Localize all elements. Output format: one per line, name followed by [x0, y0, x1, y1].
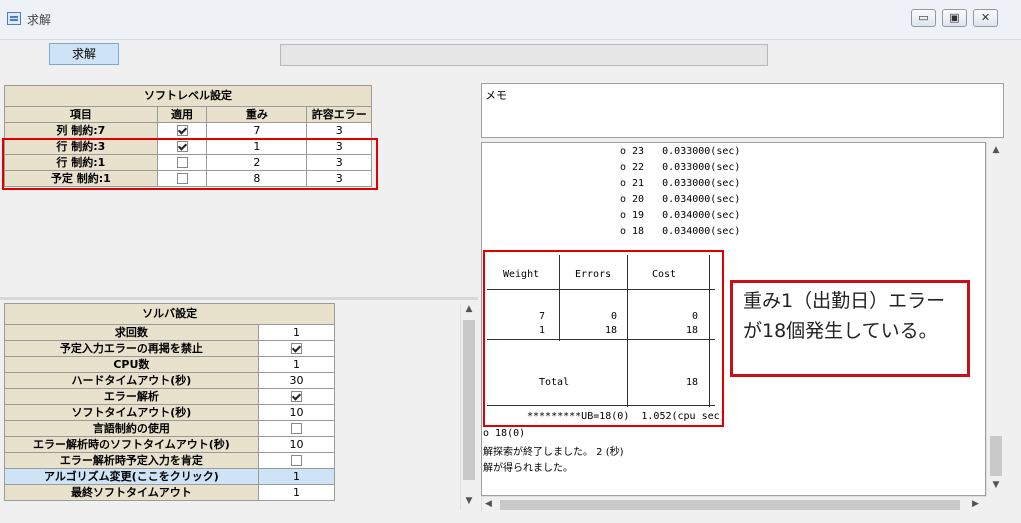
- setting-name: ハードタイムアウト(秒): [4, 372, 259, 389]
- apply-checkbox-cell[interactable]: [156, 122, 208, 139]
- setting-checkbox-cell[interactable]: [257, 452, 336, 469]
- close-button[interactable]: ✕: [973, 9, 998, 27]
- soft-level-row[interactable]: 列 制約:7 7 3: [4, 122, 372, 139]
- setting-checkbox-cell[interactable]: [257, 388, 336, 405]
- setting-name: 予定入力エラーの再掲を禁止: [4, 340, 259, 357]
- col-header-item: 項目: [4, 106, 158, 123]
- scroll-left-icon[interactable]: ◀: [485, 499, 492, 509]
- setting-name: 言語制約の使用: [4, 420, 259, 437]
- setting-checkbox[interactable]: [290, 343, 302, 354]
- setting-name: エラー解析: [4, 388, 259, 405]
- setting-name: CPU数: [4, 356, 259, 373]
- scroll-right-icon[interactable]: ▶: [972, 499, 979, 509]
- setting-name: 最終ソフトタイムアウト: [4, 484, 259, 501]
- solver-setting-row[interactable]: ハードタイムアウト(秒) 30: [4, 372, 458, 389]
- solver-panel: ソルバ設定 求回数 1 予定入力エラーの再掲を禁止 CPU数 1 ハードタイムアウト(秒)…: [0, 300, 478, 515]
- setting-checkbox[interactable]: [290, 391, 302, 402]
- setting-value[interactable]: 1: [257, 356, 336, 373]
- setting-value[interactable]: 10: [257, 436, 336, 453]
- memo-label: メモ: [485, 89, 507, 102]
- title-bar: [0, 0, 1021, 40]
- allowed-error-cell[interactable]: 3: [306, 122, 372, 139]
- setting-value[interactable]: 10: [257, 404, 336, 421]
- log-tail-line: 解探索が終了しました。 2 (秒): [483, 447, 624, 458]
- memo-box[interactable]: メモ: [481, 83, 1004, 138]
- log-line: o 21 0.033000(sec): [620, 178, 741, 189]
- log-line: o 23 0.033000(sec): [620, 146, 741, 157]
- highlight-box-constraints: [2, 138, 378, 190]
- progress-bar: [280, 44, 768, 66]
- setting-value[interactable]: 30: [257, 372, 336, 389]
- setting-value[interactable]: 1: [257, 468, 336, 485]
- col-header-allowed-error: 許容エラー: [306, 106, 372, 123]
- scroll-down-icon[interactable]: ▼: [461, 496, 477, 506]
- solver-setting-row[interactable]: エラー解析時のソフトタイムアウト(秒) 10: [4, 436, 458, 453]
- setting-name: エラー解析時予定入力を肯定: [4, 452, 259, 469]
- solve-button[interactable]: 求解: [49, 43, 119, 65]
- setting-checkbox[interactable]: [290, 455, 302, 466]
- setting-value[interactable]: 1: [257, 484, 336, 501]
- log-line: o 22 0.033000(sec): [620, 162, 741, 173]
- log-line: o 20 0.034000(sec): [620, 194, 741, 205]
- scroll-up-icon[interactable]: ▲: [987, 145, 1005, 155]
- log-tail-line: o 18(0): [483, 428, 526, 439]
- scroll-thumb[interactable]: [500, 500, 960, 510]
- col-header-apply: 適用: [156, 106, 208, 123]
- log-line: o 19 0.034000(sec): [620, 210, 741, 221]
- maximize-button[interactable]: ▣: [942, 9, 967, 27]
- solver-setting-row[interactable]: 言語制約の使用: [4, 420, 458, 437]
- solver-setting-row[interactable]: エラー解析: [4, 388, 458, 405]
- scroll-thumb[interactable]: [990, 436, 1002, 476]
- col-header-weight: 重み: [206, 106, 308, 123]
- solver-table: ソルバ設定 求回数 1 予定入力エラーの再掲を禁止 CPU数 1 ハードタイムアウト(秒)…: [3, 303, 458, 501]
- solver-setting-row[interactable]: アルゴリズム変更(ここをクリック) 1: [4, 468, 458, 485]
- constraint-name: 列 制約:7: [4, 122, 158, 139]
- weight-cell[interactable]: 7: [206, 122, 308, 139]
- window-title: 求解: [27, 13, 52, 27]
- setting-name: アルゴリズム変更(ここをクリック): [4, 468, 259, 485]
- solver-scrollbar[interactable]: ▲ ▼: [460, 304, 476, 510]
- log-line: o 18 0.034000(sec): [620, 226, 741, 237]
- solver-setting-row[interactable]: エラー解析時予定入力を肯定: [4, 452, 458, 469]
- setting-checkbox-cell[interactable]: [257, 340, 336, 357]
- highlight-box-result: [483, 250, 724, 427]
- solver-setting-row[interactable]: 最終ソフトタイムアウト 1: [4, 484, 458, 501]
- minimize-button[interactable]: ▭: [911, 9, 936, 27]
- app-icon: [7, 12, 21, 25]
- scroll-up-icon[interactable]: ▲: [461, 304, 477, 314]
- setting-checkbox[interactable]: [290, 423, 302, 434]
- apply-checkbox[interactable]: [176, 125, 188, 136]
- solver-title: ソルバ設定: [3, 303, 336, 325]
- solver-setting-row[interactable]: 予定入力エラーの再掲を禁止: [4, 340, 458, 357]
- solver-setting-row[interactable]: CPU数 1: [4, 356, 458, 373]
- setting-value[interactable]: 1: [257, 324, 336, 341]
- soft-level-title: ソフトレベル設定: [4, 85, 372, 107]
- solver-setting-row[interactable]: 求回数 1: [4, 324, 458, 341]
- setting-checkbox-cell[interactable]: [257, 420, 336, 437]
- callout-note: 重み1（出勤日）エラーが18個発生している。: [730, 280, 970, 377]
- log-vertical-scrollbar[interactable]: ▲ ▼: [986, 142, 1004, 496]
- setting-name: エラー解析時のソフトタイムアウト(秒): [4, 436, 259, 453]
- solver-setting-row[interactable]: ソフトタイムアウト(秒) 10: [4, 404, 458, 421]
- log-tail-line: 解が得られました。: [483, 463, 573, 474]
- log-horizontal-scrollbar[interactable]: ◀ ▶: [481, 496, 986, 512]
- scroll-thumb[interactable]: [463, 320, 475, 480]
- scroll-down-icon[interactable]: ▼: [987, 480, 1005, 490]
- setting-name: ソフトタイムアウト(秒): [4, 404, 259, 421]
- setting-name: 求回数: [4, 324, 259, 341]
